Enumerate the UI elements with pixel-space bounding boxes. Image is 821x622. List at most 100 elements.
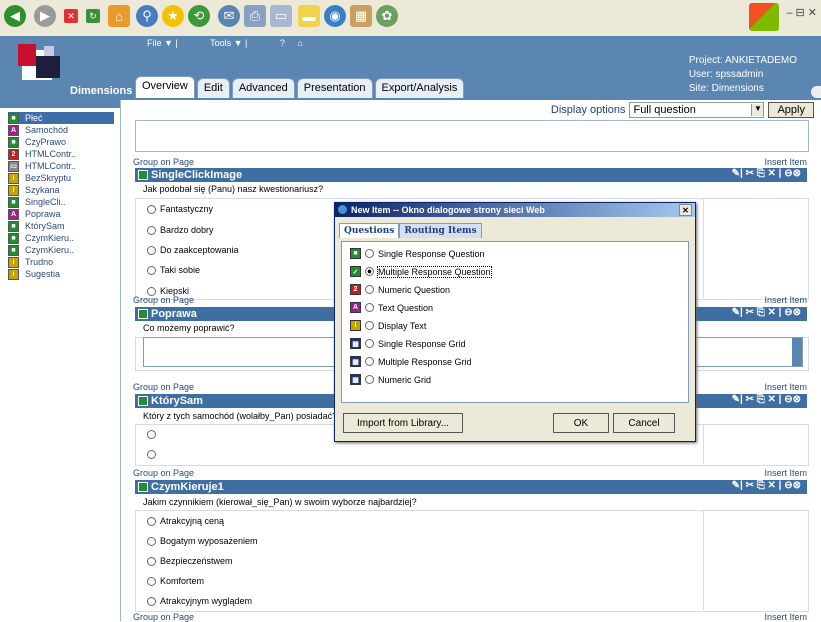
item-type-option[interactable]: 2 Numeric Question: [350, 284, 450, 295]
tab-advanced[interactable]: Advanced: [231, 78, 295, 98]
display-options-label: Display options: [550, 104, 626, 116]
option-label: Bogatym wyposażeniem: [160, 536, 258, 546]
radio-button[interactable]: [365, 267, 374, 276]
radio-button[interactable]: [147, 430, 156, 439]
textarea-scrollbar[interactable]: [792, 338, 802, 366]
tree-item[interactable]: ■ CzyPrawo: [8, 136, 114, 148]
info-icon[interactable]: [811, 86, 821, 98]
insert-item-link[interactable]: Insert Item: [764, 382, 807, 392]
research-icon[interactable]: ▦: [350, 5, 372, 27]
html-question-icon: ▭: [8, 160, 19, 172]
users-icon[interactable]: ✿: [376, 5, 398, 27]
home-icon[interactable]: ⌂: [108, 5, 130, 27]
display-question-icon: i: [8, 256, 19, 268]
option-label: Atrakcyjnym wyglądem: [160, 596, 253, 606]
dialog-tab-routing-items[interactable]: Routing Items: [399, 223, 482, 238]
answer-option[interactable]: [147, 450, 160, 459]
display-options-select[interactable]: Full question ▼: [629, 102, 765, 118]
item-type-option[interactable]: ▦ Multiple Response Grid: [350, 356, 472, 367]
radio-button[interactable]: [365, 375, 374, 384]
tab-overview[interactable]: Overview: [135, 76, 195, 98]
messenger-icon[interactable]: ◉: [324, 5, 346, 27]
insert-item-link[interactable]: Insert Item: [764, 468, 807, 478]
radio-button[interactable]: [147, 450, 156, 459]
tree-item[interactable]: i BezSkryptu: [8, 172, 114, 184]
radio-button[interactable]: [365, 339, 374, 348]
tree-item-label: CzyPrawo: [25, 137, 67, 147]
insert-item-link[interactable]: Insert Item: [764, 157, 807, 167]
answer-option[interactable]: Taki sobie: [147, 265, 200, 275]
answer-option[interactable]: Bezpieczeństwem: [147, 556, 233, 566]
radio-button[interactable]: [147, 556, 156, 566]
radio-button[interactable]: [147, 536, 156, 546]
answer-option[interactable]: Bogatym wyposażeniem: [147, 536, 258, 546]
radio-button[interactable]: [365, 321, 374, 330]
cancel-button[interactable]: Cancel: [613, 413, 675, 433]
answer-option[interactable]: Do zaakceptowania: [147, 245, 239, 255]
radio-button[interactable]: [147, 225, 156, 235]
history-icon[interactable]: ⟲: [188, 5, 210, 27]
answer-option[interactable]: Bardzo dobry: [147, 225, 214, 235]
answer-option[interactable]: [147, 430, 160, 439]
item-type-option[interactable]: A Text Question: [350, 302, 433, 313]
insert-item-link[interactable]: Insert Item: [764, 295, 807, 305]
window-controls[interactable]: – ⊟ ✕: [786, 6, 817, 19]
tree-item[interactable]: i Szykana: [8, 184, 114, 196]
tree-item[interactable]: i Sugestia: [8, 268, 114, 280]
item-type-option[interactable]: ▦ Numeric Grid: [350, 374, 431, 385]
answer-option[interactable]: Atrakcyjnym wyglądem: [147, 596, 252, 606]
forward-icon[interactable]: ▶: [34, 5, 56, 27]
tree-item[interactable]: i Trudno: [8, 256, 114, 268]
close-icon[interactable]: ✕: [679, 204, 692, 216]
radio-button[interactable]: [365, 249, 374, 258]
radio-button[interactable]: [147, 516, 156, 526]
tree-item[interactable]: ■ Płeć: [8, 112, 114, 124]
item-type-option[interactable]: ✓ Multiple Response Question: [350, 265, 492, 278]
answer-option[interactable]: Fantastyczny: [147, 204, 213, 214]
radio-button[interactable]: [365, 285, 374, 294]
mail-icon[interactable]: ✉: [218, 5, 240, 27]
radio-button[interactable]: [147, 204, 156, 214]
item-type-option[interactable]: i Display Text: [350, 320, 426, 331]
print-icon[interactable]: ⎙: [244, 5, 266, 27]
file-menu[interactable]: File ▼ |: [147, 38, 178, 48]
tree-item[interactable]: ■ SingleCli..: [8, 196, 114, 208]
item-type-option[interactable]: ■ Single Response Question: [350, 248, 485, 259]
refresh-icon[interactable]: ↻: [86, 9, 100, 23]
radio-button[interactable]: [147, 265, 156, 275]
radio-button[interactable]: [147, 245, 156, 255]
dialog-tab-questions[interactable]: Questions: [339, 223, 400, 238]
tree-item[interactable]: ■ CzymKieru..: [8, 244, 114, 256]
stop-icon[interactable]: ✕: [64, 9, 78, 23]
tab-presentation[interactable]: Presentation: [296, 78, 373, 98]
search-icon[interactable]: ⚲: [136, 5, 158, 27]
apply-button[interactable]: Apply: [768, 102, 814, 118]
item-type-label: Text Question: [378, 302, 434, 313]
tools-menu[interactable]: Tools ▼ |: [210, 38, 247, 48]
tab-export-analysis[interactable]: Export/Analysis: [374, 78, 465, 98]
tree-item[interactable]: ▭ HTMLContr..: [8, 160, 114, 172]
tab-edit[interactable]: Edit: [196, 78, 230, 98]
folder-icon[interactable]: ▬: [298, 5, 320, 27]
tree-item[interactable]: A Poprawa: [8, 208, 114, 220]
group-label: Group on Page: [133, 468, 195, 478]
help-icon[interactable]: ?: [280, 38, 285, 48]
ok-button[interactable]: OK: [553, 413, 609, 433]
item-type-option[interactable]: ▦ Single Response Grid: [350, 338, 466, 349]
home-small-icon[interactable]: ⌂: [297, 38, 302, 48]
favorites-icon[interactable]: ★: [162, 5, 184, 27]
edit-icon[interactable]: ▭: [270, 5, 292, 27]
radio-button[interactable]: [147, 596, 156, 606]
answer-option[interactable]: Komfortem: [147, 576, 204, 586]
tree-item[interactable]: ■ KtórySam: [8, 220, 114, 232]
radio-button[interactable]: [147, 576, 156, 586]
back-icon[interactable]: ◀: [4, 5, 26, 27]
answer-option[interactable]: Atrakcyjną ceną: [147, 516, 224, 526]
import-from-library-button[interactable]: Import from Library...: [343, 413, 463, 433]
tree-item-label: CzymKieru..: [25, 233, 75, 243]
tree-item[interactable]: 2 HTMLContr..: [8, 148, 114, 160]
radio-button[interactable]: [365, 303, 374, 312]
tree-item[interactable]: A Samochód: [8, 124, 114, 136]
tree-item[interactable]: ■ CzymKieru..: [8, 232, 114, 244]
radio-button[interactable]: [365, 357, 374, 366]
